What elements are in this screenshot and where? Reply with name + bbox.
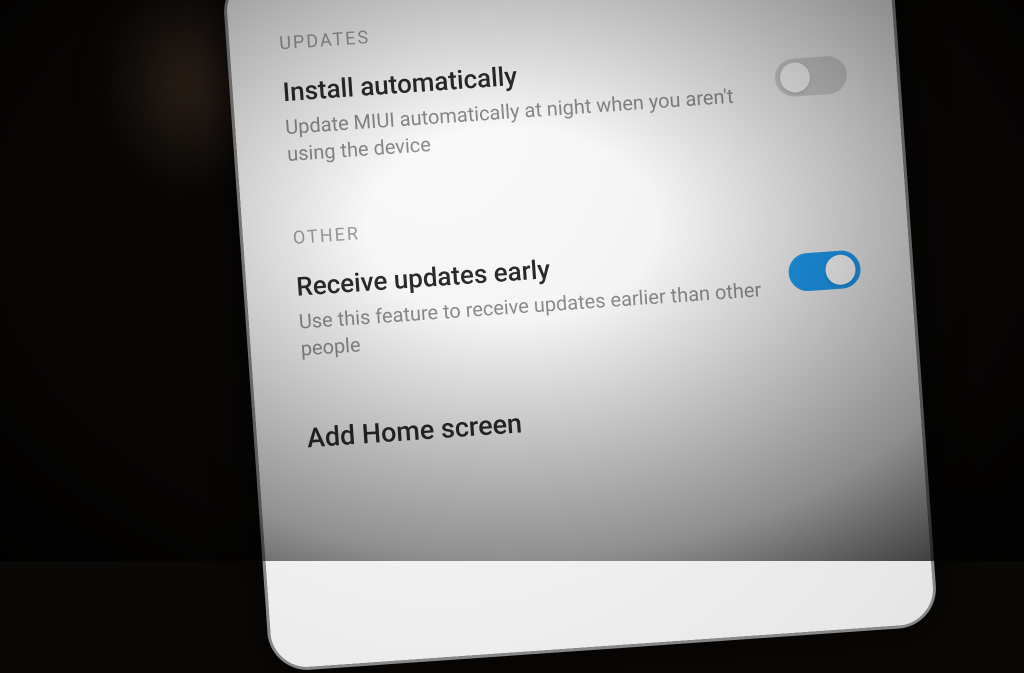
toggle-receive-early[interactable] xyxy=(787,249,861,292)
toggle-knob-icon xyxy=(825,254,857,286)
setting-text: Receive updates early Use this feature t… xyxy=(295,240,772,363)
setting-install-automatically[interactable]: Install automatically Update MIUI automa… xyxy=(282,39,851,168)
toggle-install-auto[interactable] xyxy=(774,55,848,98)
settings-screen: UPDATES Install automatically Update MIU… xyxy=(225,0,936,669)
setting-add-home-screen[interactable]: Add Home screen xyxy=(306,383,871,454)
phone-frame: UPDATES Install automatically Update MIU… xyxy=(221,0,938,673)
setting-receive-updates-early[interactable]: Receive updates early Use this feature t… xyxy=(295,233,864,362)
toggle-knob-icon xyxy=(779,61,811,93)
setting-text: Install automatically Update MIUI automa… xyxy=(282,45,759,168)
